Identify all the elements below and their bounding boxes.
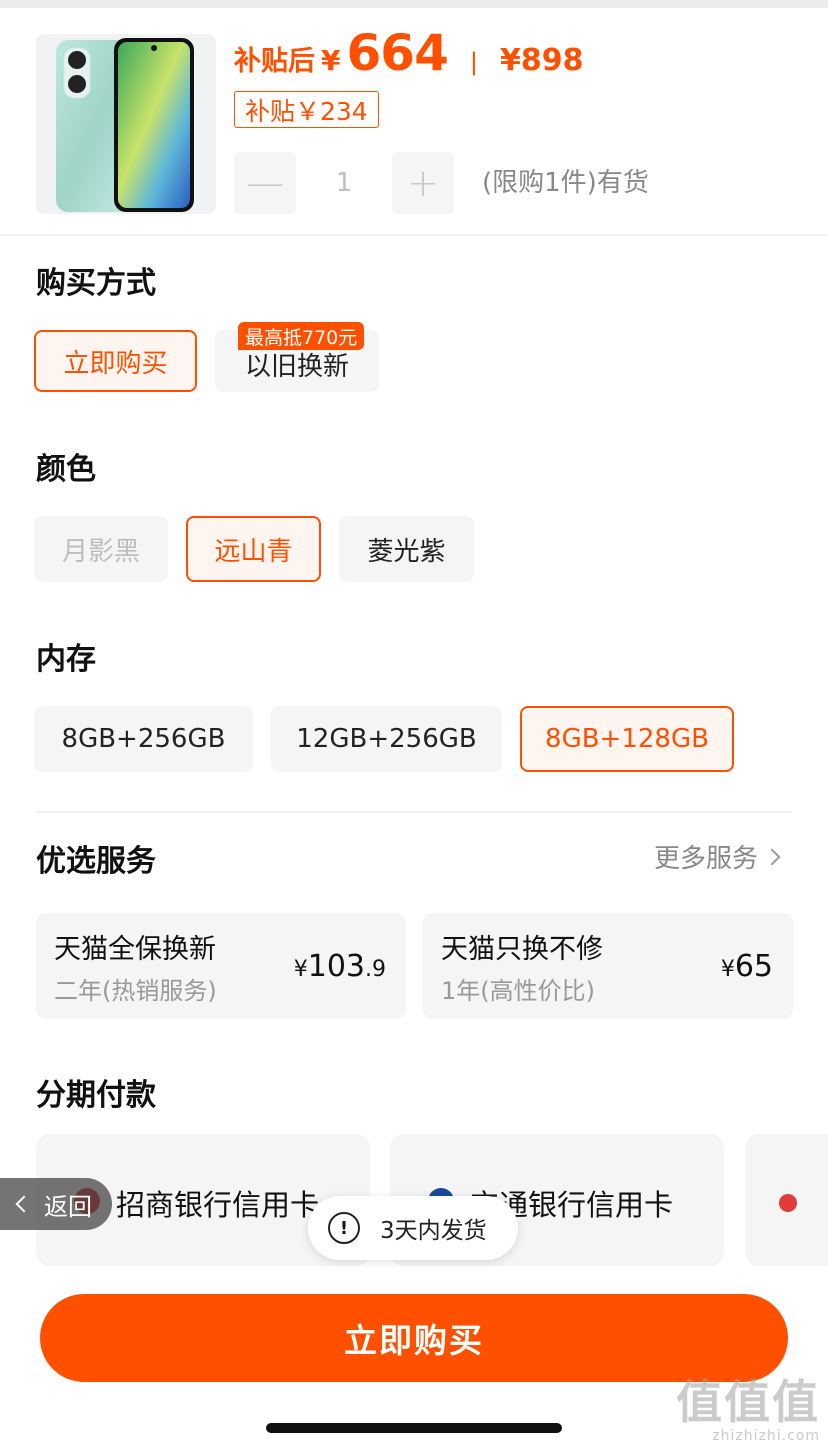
decrease-quantity-button[interactable]: — <box>234 152 296 214</box>
service-card-full-protection[interactable]: 天猫全保换新 二年(热销服务) ¥103.9 <box>36 913 406 1019</box>
memory-option-8-128[interactable]: 8GB+128GB <box>520 706 734 772</box>
purchase-method-title: 购买方式 <box>36 266 156 301</box>
memory-title: 内存 <box>36 642 96 677</box>
color-option-prism-purple[interactable]: 菱光紫 <box>339 516 474 582</box>
installment-title: 分期付款 <box>36 1078 156 1113</box>
more-services-link[interactable]: 更多服务 <box>654 838 781 875</box>
price-integer: 103 <box>307 949 365 984</box>
installment-card-more[interactable] <box>745 1134 828 1266</box>
home-indicator[interactable] <box>266 1423 562 1433</box>
more-services-label: 更多服务 <box>654 844 759 874</box>
currency-symbol: ¥ <box>321 44 341 77</box>
color-option-moon-black[interactable]: 月影黑 <box>34 516 168 582</box>
color-title: 颜色 <box>36 452 96 487</box>
watermark: 值值值 zhizhizhi.com <box>676 1366 820 1444</box>
service-desc: 1年(高性价比) <box>441 977 595 1005</box>
shipping-notice: ! 3天内发货 <box>308 1196 518 1260</box>
chevron-right-icon <box>763 848 781 865</box>
subsidized-price-label: 补贴后 <box>234 46 315 77</box>
price-line: 补贴后 ¥ 664 | ¥898 <box>234 24 583 84</box>
service-name: 天猫全保换新 <box>54 934 216 965</box>
service-price: ¥65 <box>721 949 773 984</box>
service-price: ¥103.9 <box>294 949 386 984</box>
back-label: 返回 <box>44 1192 92 1221</box>
price-separator: | <box>469 48 478 76</box>
original-price: ¥898 <box>499 43 584 78</box>
stock-status: (限购1件)有货 <box>482 168 649 198</box>
divider <box>36 811 792 813</box>
services-title: 优选服务 <box>36 844 156 879</box>
service-card-replace-only[interactable]: 天猫只换不修 1年(高性价比) ¥65 <box>423 913 793 1019</box>
service-desc: 二年(热销服务) <box>54 977 217 1005</box>
subsidized-price: 664 <box>346 24 448 82</box>
memory-option-8-256[interactable]: 8GB+256GB <box>34 706 253 772</box>
increase-quantity-button[interactable]: + <box>392 152 454 214</box>
bank-name: 招商银行信用卡 <box>116 1188 320 1222</box>
top-strip <box>0 0 828 8</box>
warning-icon: ! <box>328 1212 360 1244</box>
installment-logo-icon <box>779 1194 797 1212</box>
subsidy-tag: 补贴￥234 <box>234 91 379 128</box>
color-option-mountain-cyan[interactable]: 远山青 <box>186 516 321 582</box>
service-name: 天猫只换不修 <box>441 934 603 965</box>
chevron-left-icon <box>15 1195 33 1213</box>
trade-in-badge: 最高抵770元 <box>238 322 365 350</box>
price-decimal: .9 <box>365 957 386 982</box>
option-buy-now[interactable]: 立即购买 <box>34 330 197 392</box>
currency-symbol: ¥ <box>720 957 735 982</box>
back-button[interactable]: 返回 <box>0 1178 112 1230</box>
currency-symbol: ¥ <box>293 957 308 982</box>
memory-option-12-256[interactable]: 12GB+256GB <box>271 706 502 772</box>
quantity-value: 1 <box>335 168 353 198</box>
price-integer: 65 <box>734 949 773 984</box>
divider <box>0 234 828 236</box>
product-image[interactable] <box>36 34 216 214</box>
watermark-logo: 值值值 <box>676 1375 820 1429</box>
shipping-text: 3天内发货 <box>380 1218 487 1244</box>
